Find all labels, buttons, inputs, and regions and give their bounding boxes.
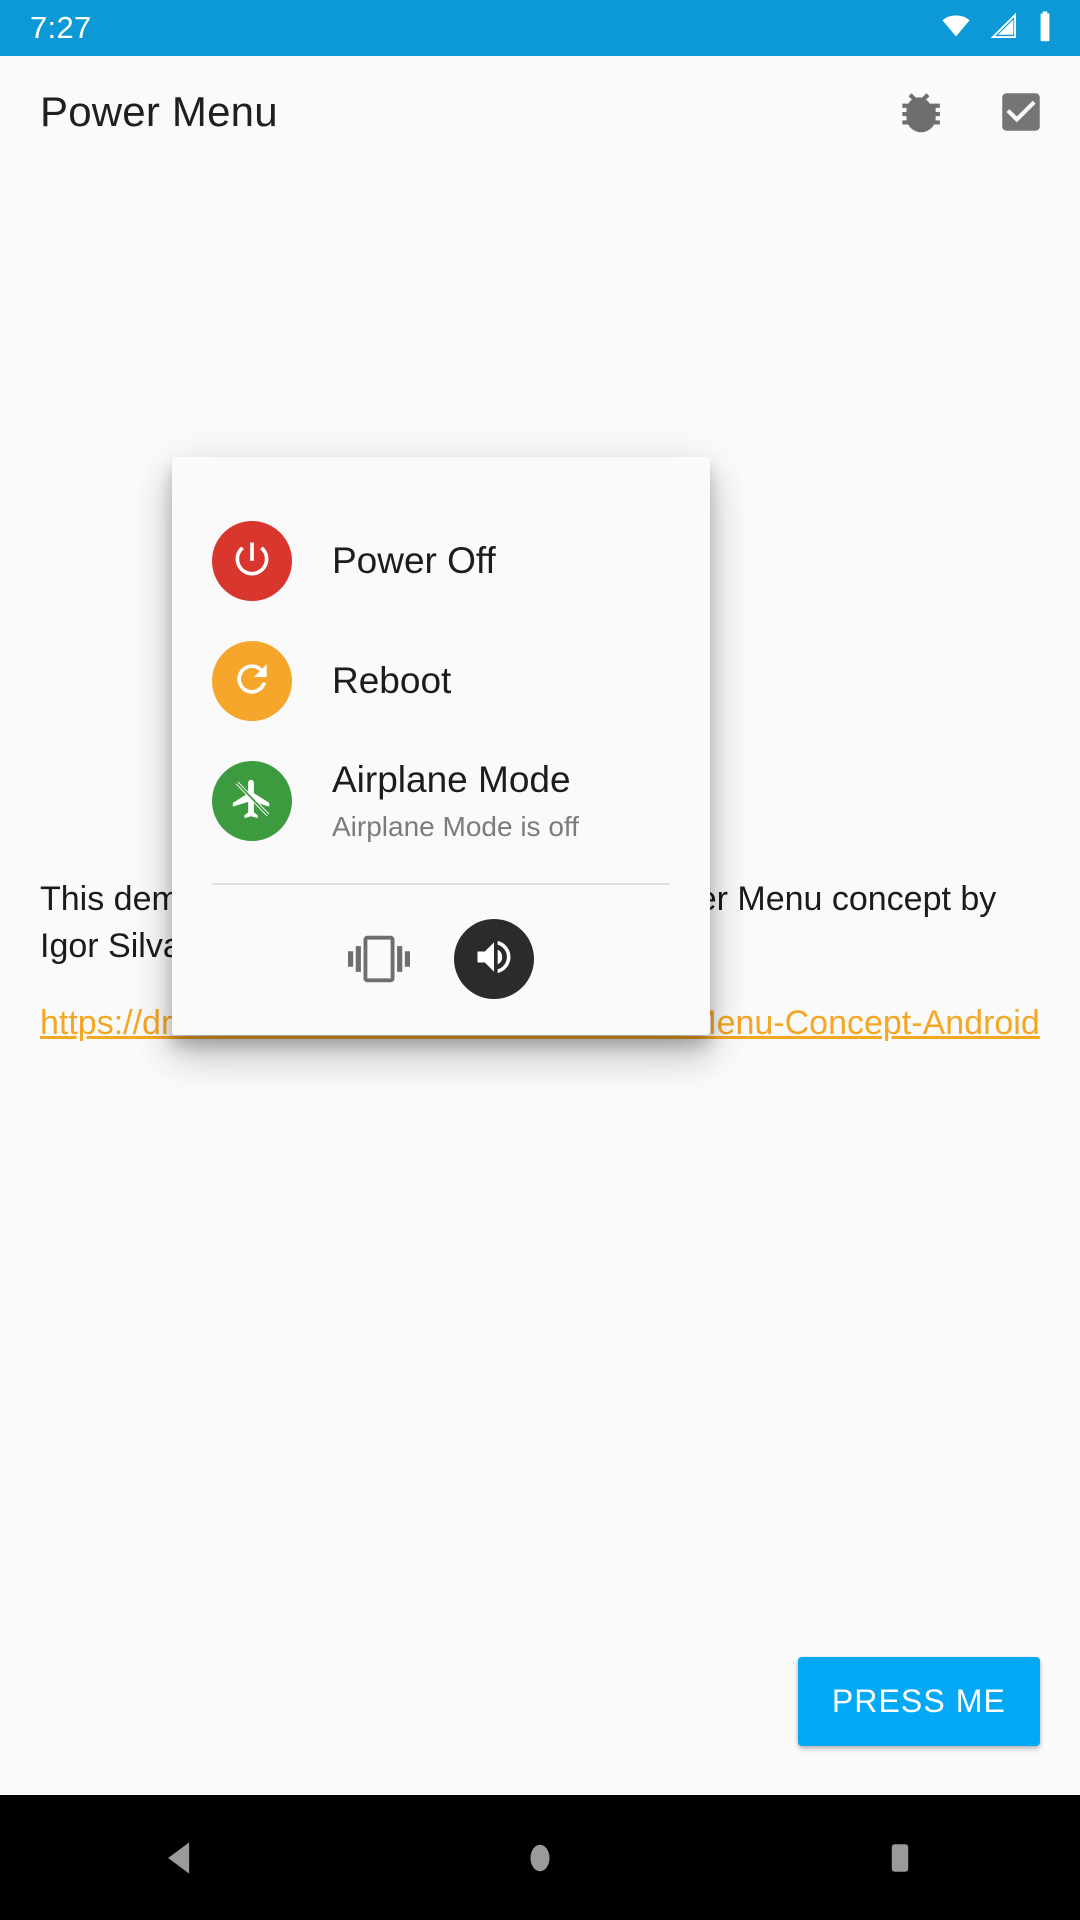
airplane-mode-subtitle: Airplane Mode is off	[332, 810, 579, 842]
power-off-title: Power Off	[332, 539, 496, 581]
reboot-text: Reboot	[332, 660, 451, 703]
dialog-row-power-off[interactable]: Power Off	[172, 501, 710, 621]
refresh-icon	[230, 657, 274, 706]
airplane-mode-circle	[212, 761, 292, 841]
vibration-icon[interactable]	[348, 928, 410, 990]
airplane-mode-text: Airplane Mode Airplane Mode is off	[332, 759, 579, 843]
sound-mode-row	[172, 885, 710, 1005]
airplane-mode-title: Airplane Mode	[332, 759, 571, 801]
reboot-circle	[212, 641, 292, 721]
reboot-title: Reboot	[332, 659, 452, 701]
back-icon[interactable]	[100, 1795, 260, 1920]
power-off-text: Power Off	[332, 540, 496, 583]
recents-icon[interactable]	[820, 1795, 980, 1920]
home-icon[interactable]	[460, 1795, 620, 1920]
airplane-off-icon	[229, 776, 275, 827]
volume-up-icon	[472, 935, 516, 984]
navigation-bar	[0, 1795, 1080, 1920]
power-off-circle	[212, 521, 292, 601]
volume-up-button[interactable]	[454, 919, 534, 999]
phone-screen: 7:27 Power Menu This demo Menu concept b…	[0, 0, 1080, 1920]
dialog-row-reboot[interactable]: Reboot	[172, 621, 710, 741]
power-menu-dialog: Power Off Reboot Airplane Mode Airplane …	[172, 457, 710, 1035]
dialog-row-airplane-mode[interactable]: Airplane Mode Airplane Mode is off	[172, 741, 710, 861]
dialog-scrim[interactable]: Power Off Reboot Airplane Mode Airplane …	[0, 0, 1080, 1920]
power-icon	[230, 537, 274, 586]
